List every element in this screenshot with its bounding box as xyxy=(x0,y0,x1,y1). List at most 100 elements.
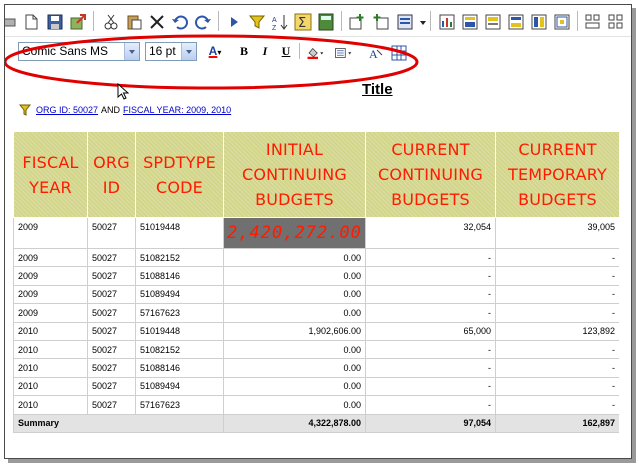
column-header-current-temporary-budgets[interactable]: CURRENT TEMPORARY BUDGETS xyxy=(495,131,620,218)
chevron-down-icon[interactable] xyxy=(124,43,139,60)
cell-fiscal-year[interactable]: 2009 xyxy=(13,303,88,323)
export-icon[interactable] xyxy=(68,12,86,30)
sum-icon[interactable]: Σ xyxy=(293,12,312,31)
column-header-fiscal-year[interactable]: FISCAL YEAR xyxy=(13,131,88,218)
cell-fiscal-year[interactable]: 2010 xyxy=(13,395,88,415)
cell-spdtype-code[interactable]: 57167623 xyxy=(135,303,224,323)
cell-spdtype-code[interactable]: 51019448 xyxy=(135,321,224,341)
cell-current-temporary[interactable]: - xyxy=(495,358,620,378)
cell-current-temporary[interactable]: - xyxy=(495,247,620,268)
grid-lines-icon[interactable] xyxy=(389,43,407,61)
cell-spdtype-code[interactable]: 51082152 xyxy=(135,247,224,268)
cell-current-continuing[interactable]: - xyxy=(365,395,496,415)
font-size-select[interactable]: 16 pt xyxy=(145,42,197,61)
sort-icon[interactable]: AZ xyxy=(270,12,288,31)
layout-icon-4[interactable] xyxy=(529,12,547,30)
column-header-initial-continuing-budgets[interactable]: INITIAL CONTINUING BUDGETS xyxy=(223,131,366,218)
redo-icon[interactable] xyxy=(193,12,211,30)
border-style-icon[interactable] xyxy=(333,43,357,61)
cell-org-id[interactable]: 50027 xyxy=(87,376,136,397)
new-document-icon[interactable] xyxy=(21,12,39,30)
print-icon[interactable] xyxy=(5,12,17,30)
filter-link-fiscal-year[interactable]: FISCAL YEAR: 2009, 2010 xyxy=(123,105,231,115)
cell-fiscal-year[interactable]: 2010 xyxy=(13,339,88,360)
cell-current-temporary[interactable]: 123,892 xyxy=(495,321,620,341)
cell-fiscal-year[interactable]: 2009 xyxy=(13,217,88,249)
undo-icon[interactable] xyxy=(170,12,188,30)
cell-initial-continuing[interactable]: 1,902,606.00 xyxy=(223,321,366,341)
layout-icon-1[interactable] xyxy=(460,12,478,30)
cell-spdtype-code[interactable]: 57167623 xyxy=(135,395,224,415)
cell-current-continuing[interactable]: - xyxy=(365,247,496,268)
chevron-down-icon[interactable] xyxy=(181,43,196,60)
cell-current-temporary[interactable]: - xyxy=(495,339,620,360)
cell-current-continuing[interactable]: - xyxy=(365,358,496,378)
cell-org-id[interactable]: 50027 xyxy=(87,247,136,268)
column-header-current-continuing-budgets[interactable]: CURRENT CONTINUING BUDGETS xyxy=(365,131,496,218)
cell-current-temporary[interactable]: 39,005 xyxy=(495,217,620,249)
layout-icon-2[interactable] xyxy=(483,12,501,30)
cell-initial-continuing[interactable]: 0.00 xyxy=(223,247,366,268)
cell-spdtype-code[interactable]: 51088146 xyxy=(135,266,224,286)
cell-current-temporary[interactable]: - xyxy=(495,266,620,286)
save-icon[interactable] xyxy=(45,12,63,30)
filter-icon[interactable] xyxy=(247,12,266,30)
cell-org-id[interactable]: 50027 xyxy=(87,395,136,415)
cell-current-continuing[interactable]: 32,054 xyxy=(365,217,496,249)
cell-current-temporary[interactable]: - xyxy=(495,284,620,305)
cell-initial-continuing[interactable]: 0.00 xyxy=(223,303,366,323)
cell-fiscal-year[interactable]: 2009 xyxy=(13,284,88,305)
font-family-select[interactable]: Comic Sans MS xyxy=(18,42,140,61)
filter-link-org-id[interactable]: ORG ID: 50027 xyxy=(36,105,98,115)
cell-org-id[interactable]: 50027 xyxy=(87,303,136,323)
cell-fiscal-year[interactable]: 2010 xyxy=(13,321,88,341)
cell-org-id[interactable]: 50027 xyxy=(87,284,136,305)
calculator-icon[interactable] xyxy=(316,12,334,31)
cell-fiscal-year[interactable]: 2009 xyxy=(13,247,88,268)
cell-fiscal-year[interactable]: 2010 xyxy=(13,358,88,378)
dropdown-icon[interactable] xyxy=(413,12,426,30)
cell-spdtype-code[interactable]: 51088146 xyxy=(135,358,224,378)
column-header-spdtype-code[interactable]: SPDTYPE CODE xyxy=(135,131,224,218)
cell-current-continuing[interactable]: 65,000 xyxy=(365,321,496,341)
layout-icon-6[interactable] xyxy=(583,12,601,30)
report-title[interactable]: Title xyxy=(362,81,393,98)
cell-current-continuing[interactable]: - xyxy=(365,266,496,286)
layout-icon-3[interactable] xyxy=(506,12,524,30)
cell-org-id[interactable]: 50027 xyxy=(87,339,136,360)
add-report-icon[interactable] xyxy=(395,12,413,30)
cell-initial-continuing[interactable]: 0.00 xyxy=(223,284,366,305)
run-icon[interactable] xyxy=(224,12,242,30)
cell-spdtype-code[interactable]: 51082152 xyxy=(135,339,224,360)
cell-current-temporary[interactable]: - xyxy=(495,303,620,323)
cell-org-id[interactable]: 50027 xyxy=(87,321,136,341)
cell-current-continuing[interactable]: - xyxy=(365,339,496,360)
cell-initial-continuing[interactable]: 0.00 xyxy=(223,395,366,415)
cell-current-continuing[interactable]: - xyxy=(365,284,496,305)
fill-color-icon[interactable] xyxy=(305,43,329,61)
add-tab-icon[interactable] xyxy=(347,12,365,30)
cell-current-temporary[interactable]: - xyxy=(495,395,620,415)
layout-icon-7[interactable] xyxy=(606,12,624,30)
cell-spdtype-code[interactable]: 51089494 xyxy=(135,376,224,397)
cell-current-continuing[interactable]: - xyxy=(365,303,496,323)
delete-icon[interactable] xyxy=(147,12,165,30)
paste-icon[interactable] xyxy=(124,12,142,30)
insert-tab-icon[interactable] xyxy=(371,12,389,30)
cut-icon[interactable] xyxy=(101,12,119,30)
cell-fiscal-year[interactable]: 2009 xyxy=(13,266,88,286)
chart-icon[interactable] xyxy=(437,12,455,30)
cell-spdtype-code[interactable]: 51089494 xyxy=(135,284,224,305)
cell-initial-continuing[interactable]: 0.00 xyxy=(223,376,366,397)
column-header-org-id[interactable]: ORG ID xyxy=(87,131,136,218)
cell-initial-continuing[interactable]: 0.00 xyxy=(223,266,366,286)
italic-button[interactable]: I xyxy=(256,42,274,60)
cell-spdtype-code[interactable]: 51019448 xyxy=(135,217,224,249)
cell-initial-continuing-selected[interactable]: 2,420,272.00 xyxy=(223,217,366,249)
cell-initial-continuing[interactable]: 0.00 xyxy=(223,339,366,360)
layout-icon-5[interactable] xyxy=(552,12,570,30)
cell-org-id[interactable]: 50027 xyxy=(87,358,136,378)
cell-fiscal-year[interactable]: 2010 xyxy=(13,376,88,397)
text-style-icon[interactable]: A xyxy=(366,43,384,61)
underline-button[interactable]: U xyxy=(277,42,295,60)
